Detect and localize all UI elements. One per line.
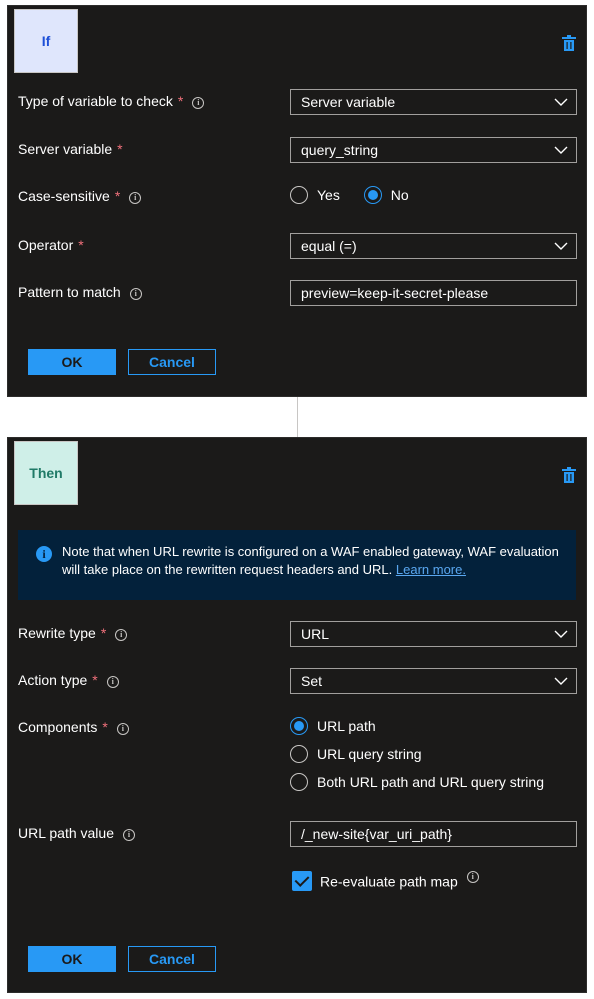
required-asterisk: * (78, 237, 84, 253)
variable-type-label: Type of variable to check * i (18, 93, 205, 109)
rewrite-type-label: Rewrite type * i (18, 625, 128, 641)
pattern-label: Pattern to match i (18, 284, 142, 300)
radio-circle[interactable] (290, 745, 308, 763)
pattern-input[interactable]: preview=keep-it-secret-please (290, 280, 577, 306)
chevron-down-icon (554, 630, 568, 638)
info-icon[interactable]: i (192, 97, 205, 109)
rewrite-type-row: Rewrite type * i URL (18, 621, 577, 647)
info-icon[interactable]: i (115, 629, 128, 641)
server-variable-value: query_string (301, 142, 379, 158)
required-asterisk: * (102, 719, 108, 735)
operator-row: Operator * equal (=) (18, 233, 577, 259)
connector-line (297, 397, 298, 437)
reevaluate-row: Re-evaluate path map i (18, 871, 576, 897)
action-type-value: Set (301, 673, 323, 689)
info-icon[interactable]: i (116, 723, 129, 735)
if-chip: If (14, 9, 78, 73)
waf-notice-banner: i Note that when URL rewrite is configur… (18, 530, 576, 600)
operator-label: Operator * (18, 237, 84, 253)
server-variable-row: Server variable * query_string (18, 137, 577, 163)
learn-more-link[interactable]: Learn more. (396, 562, 466, 577)
radio-label-both: Both URL path and URL query string (317, 774, 544, 790)
variable-type-value: Server variable (301, 94, 396, 110)
notice-message: Note that when URL rewrite is configured… (62, 544, 559, 577)
operator-dropdown[interactable]: equal (=) (290, 233, 577, 259)
info-icon[interactable]: i (466, 871, 479, 883)
then-chip: Then (14, 441, 78, 505)
operator-value: equal (=) (301, 238, 357, 254)
server-variable-dropdown[interactable]: query_string (290, 137, 577, 163)
components-row: Components * i URL path URL query string B… (18, 715, 576, 805)
chevron-down-icon (554, 677, 568, 685)
required-asterisk: * (114, 188, 121, 204)
case-sensitive-no-radio[interactable]: No (363, 186, 409, 204)
url-path-value-row: URL path value i /_new-site{var_uri_path} (18, 821, 577, 847)
ok-button[interactable]: OK (28, 946, 116, 972)
radio-circle-selected[interactable] (290, 717, 308, 735)
components-radio-group: URL path URL query string Both URL path … (290, 717, 544, 801)
action-type-dropdown[interactable]: Set (290, 668, 577, 694)
action-type-label: Action type * i (18, 672, 119, 688)
cancel-button[interactable]: Cancel (128, 946, 216, 972)
reevaluate-label: Re-evaluate path map (320, 873, 458, 890)
checkmark-icon[interactable] (292, 871, 312, 892)
components-url-path-radio[interactable]: URL path (290, 717, 544, 735)
url-path-value-input[interactable]: /_new-site{var_uri_path} (290, 821, 577, 847)
info-icon[interactable]: i (129, 192, 142, 204)
case-sensitive-yes-radio[interactable]: Yes (290, 186, 340, 204)
trash-icon[interactable] (562, 35, 576, 51)
notice-text: Note that when URL rewrite is configured… (62, 543, 560, 579)
required-asterisk: * (92, 672, 98, 688)
radio-label-url-path: URL path (317, 718, 376, 734)
case-sensitive-label: Case-sensitive * i (18, 188, 142, 204)
info-icon[interactable]: i (122, 829, 135, 841)
then-action-panel: Then i Note that when URL rewrite is con… (7, 437, 587, 993)
required-asterisk: * (117, 141, 123, 157)
pattern-row: Pattern to match i preview=keep-it-secret… (18, 280, 577, 306)
info-icon[interactable]: i (129, 288, 142, 300)
chevron-down-icon (554, 146, 568, 154)
components-url-query-radio[interactable]: URL query string (290, 745, 544, 763)
chevron-down-icon (554, 242, 568, 250)
required-asterisk: * (177, 93, 184, 109)
action-type-row: Action type * i Set (18, 668, 577, 694)
info-icon: i (36, 546, 52, 562)
radio-circle-selected[interactable] (363, 186, 382, 204)
components-both-radio[interactable]: Both URL path and URL query string (290, 773, 544, 791)
trash-icon[interactable] (562, 467, 576, 483)
case-sensitive-row: Case-sensitive * i Yes No (18, 184, 576, 210)
variable-type-dropdown[interactable]: Server variable (290, 89, 577, 115)
radio-circle[interactable] (290, 186, 308, 204)
radio-label-yes: Yes (317, 187, 340, 203)
radio-circle[interactable] (290, 773, 308, 791)
radio-label-url-query: URL query string (317, 746, 422, 762)
info-icon[interactable]: i (106, 676, 119, 688)
components-label: Components * i (18, 719, 129, 735)
radio-label-no: No (390, 187, 409, 203)
variable-type-row: Type of variable to check * i Server varia… (18, 89, 577, 115)
rewrite-type-dropdown[interactable]: URL (290, 621, 577, 647)
case-sensitive-radio-group: Yes No (290, 186, 429, 207)
cancel-button[interactable]: Cancel (128, 349, 216, 375)
url-path-value-label: URL path value i (18, 825, 135, 841)
server-variable-label: Server variable * (18, 141, 123, 157)
ok-button[interactable]: OK (28, 349, 116, 375)
rewrite-type-value: URL (301, 626, 330, 642)
reevaluate-checkbox[interactable]: Re-evaluate path map i (292, 871, 479, 892)
required-asterisk: * (100, 625, 107, 641)
if-condition-panel: If Type of variable to check * i Server va… (7, 5, 587, 397)
chevron-down-icon (554, 98, 568, 106)
